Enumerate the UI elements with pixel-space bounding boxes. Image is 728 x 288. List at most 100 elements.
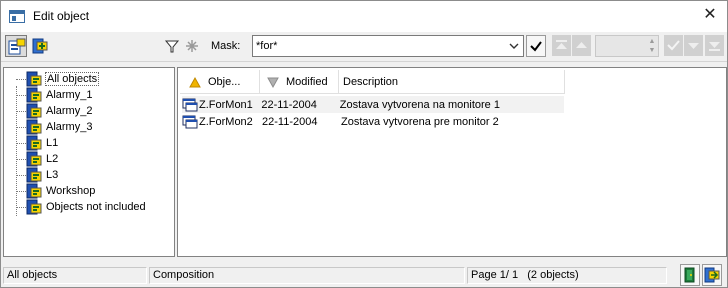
column-header-object-label: Obje... [208,76,241,88]
toolbar: Mask: ▲▼ [1,32,727,62]
tree-item-label: L3 [46,169,59,181]
tree-item[interactable]: L1 [12,135,59,151]
tree-view-toggle-button[interactable] [5,35,27,57]
tree-item-label: Objects not included [46,201,146,213]
object-group-icon [26,119,42,135]
composition-icon [182,115,198,128]
table-row[interactable]: Z.ForMon2 22-11-2004 Zostava vytvorena pre… [182,113,567,130]
title-bar: Edit object ✕ [1,1,727,32]
tree-connector [12,87,26,103]
column-header-description-label: Description [343,76,399,88]
tree-connector [12,71,26,87]
clear-filter-icon [186,40,198,52]
object-name: Z.ForMon1 [199,98,253,111]
column-header-modified-label: Modified [286,76,328,88]
object-list[interactable]: Obje... Modified Description Z.ForMon1 22… [177,67,727,257]
column-header-description[interactable]: Description [339,70,565,94]
mask-combobox[interactable] [252,35,524,57]
status-page: Page 1/ 1 [471,269,519,281]
object-group-icon [26,103,42,119]
tree-connector [12,151,26,167]
apply-mask-button[interactable] [526,35,546,57]
object-group-icon [26,151,42,167]
page-spinner[interactable]: ▲ ▼ [595,35,659,57]
tree-item[interactable]: Alarmy_1 [12,87,93,103]
tree-connector [12,119,26,135]
tree-item[interactable]: All objects [12,71,100,87]
status-count: (2 objects) [527,269,579,281]
tree-item[interactable]: Workshop [12,183,96,199]
tree-item-label: L2 [46,153,59,165]
move-down-icon [688,43,699,49]
spinner-arrows-icon[interactable]: ▲ ▼ [648,37,656,55]
tree-item-label: Alarmy_1 [46,89,93,101]
filter-icon [164,40,180,53]
window-icon [9,10,25,23]
tree-item[interactable]: Objects not included [12,199,147,215]
tree-item-label: All objects [45,72,100,86]
confirm-disabled-button[interactable] [664,35,683,56]
cell-description: Zostava vytvorena pre monitor 2 [341,115,499,128]
new-object-button[interactable] [29,35,51,57]
clear-filter-button[interactable] [181,35,203,57]
tree-view-icon [8,38,26,55]
move-up-icon [576,42,587,48]
tree-item-label: L1 [46,137,59,149]
new-object-icon [32,38,48,54]
move-down-button[interactable] [684,35,703,56]
move-bottom-button[interactable] [705,35,724,56]
filter-button[interactable] [161,35,183,57]
checkmark-icon [530,41,542,52]
object-name: Z.ForMon2 [199,115,253,128]
table-row[interactable]: Z.ForMon1 22-11-2004 Zostava vytvorena na … [182,96,564,113]
window-title: Edit object [33,9,90,23]
object-group-icon [26,199,42,215]
tree-connector [12,199,26,215]
move-up-button[interactable] [572,35,591,56]
tree-item-label: Workshop [46,185,96,197]
tree-item-label: Alarmy_2 [46,105,93,117]
mask-input[interactable] [256,38,504,54]
close-icon[interactable]: ✕ [701,6,719,24]
tree-item-label: Alarmy_3 [46,121,93,133]
tree-item[interactable]: Alarmy_3 [12,119,93,135]
open-object-button[interactable] [702,264,722,286]
group-tree[interactable]: All objects Alarmy_1 Alarmy_2 Alarmy_3 L1 L2 L… [3,67,175,257]
list-header: Obje... Modified Description [180,70,565,94]
cell-object-name: Z.ForMon2 [182,115,262,129]
tree-connector [12,183,26,199]
open-object-icon [704,267,720,283]
object-group-icon [26,71,42,87]
move-top-button[interactable] [552,35,571,56]
object-group-icon [26,135,42,151]
cell-object-name: Z.ForMon1 [182,98,261,112]
tree-connector [12,167,26,183]
tree-connector [12,103,26,119]
status-object-type: Composition [149,267,465,284]
door-exit-icon [684,267,695,283]
status-page-info: Page 1/ 1 (2 objects) [467,267,667,284]
mask-label: Mask: [211,40,241,52]
composition-icon [182,98,198,111]
move-bottom-icon [709,42,720,51]
edit-object-window: Edit object ✕ Mask: *for* ▲ ▼ All object… [0,0,728,288]
chevron-down-icon[interactable] [507,40,521,52]
checkmark-icon [667,40,680,51]
move-top-icon [556,40,567,49]
object-group-icon [26,183,42,199]
cell-modified: 22-11-2004 [262,115,318,128]
tree-item[interactable]: L3 [12,167,59,183]
tree-item[interactable]: L2 [12,151,59,167]
column-header-object[interactable]: Obje... [180,70,260,94]
status-bar: All objects Composition Page 1/ 1 (2 obj… [1,263,727,287]
tree-item[interactable]: Alarmy_2 [12,103,93,119]
column-header-modified[interactable]: Modified [260,70,339,94]
object-group-icon [26,167,42,183]
sort-descending-icon [267,77,279,89]
object-group-icon [26,87,42,103]
sort-ascending-icon [189,76,201,88]
tree-connector [12,135,26,151]
exit-button[interactable] [680,264,700,286]
cell-modified: 22-11-2004 [261,98,317,111]
cell-description: Zostava vytvorena na monitore 1 [339,98,500,111]
